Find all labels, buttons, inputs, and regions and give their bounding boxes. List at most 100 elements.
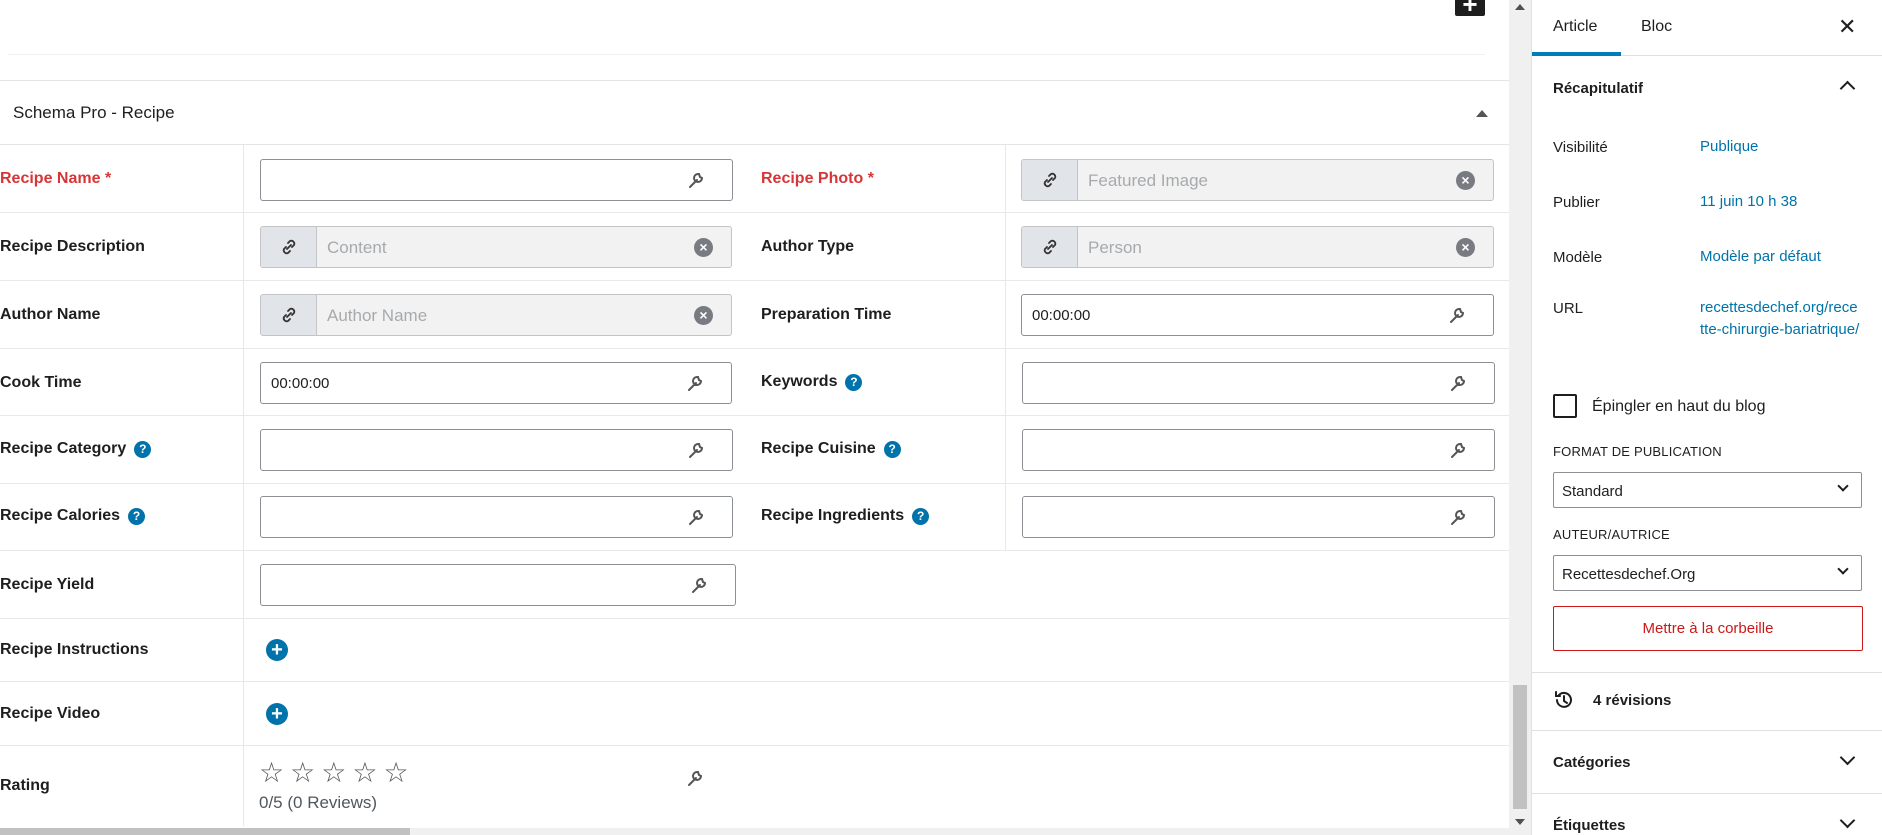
close-icon[interactable]: ✕ [1838, 14, 1856, 40]
publish-value[interactable]: 11 juin 10 h 38 [1700, 191, 1860, 213]
trash-button[interactable]: Mettre à la corbeille [1553, 606, 1863, 651]
recipe-ingredients-field[interactable] [1022, 496, 1495, 538]
author-name-placeholder: Author Name [327, 306, 428, 325]
wrench-icon[interactable] [689, 575, 709, 595]
preparation-time-label: Preparation Time [761, 306, 892, 323]
revisions-link[interactable]: 4 révisions [1593, 692, 1671, 709]
tab-article[interactable]: Article [1553, 18, 1597, 36]
recipe-photo-field[interactable]: Featured Image × [1021, 159, 1494, 201]
recipe-category-field[interactable] [260, 429, 733, 471]
url-label: URL [1553, 300, 1584, 317]
rating-stars[interactable]: ☆ ☆ ☆ ☆ ☆ [259, 759, 409, 787]
rating-summary: 0/5 (0 Reviews) [259, 793, 378, 812]
tags-title[interactable]: Étiquettes [1553, 817, 1626, 834]
clear-icon[interactable]: × [1456, 238, 1475, 257]
form-row [0, 619, 1509, 682]
recipe-video-label: Recipe Video [0, 705, 101, 722]
recipe-yield-label: Recipe Yield [0, 576, 95, 593]
recipe-description-label: Recipe Description [0, 238, 145, 255]
content-block[interactable] [8, 0, 1485, 55]
help-icon[interactable]: ? [128, 507, 146, 525]
wrench-icon[interactable] [686, 507, 706, 527]
help-icon[interactable]: ? [845, 373, 863, 391]
wrench-icon[interactable] [686, 440, 706, 460]
vertical-scrollbar[interactable] [1509, 0, 1531, 835]
categories-title[interactable]: Catégories [1553, 754, 1631, 771]
keywords-field[interactable] [1022, 362, 1495, 404]
divider [1532, 730, 1882, 731]
clear-icon[interactable]: × [1456, 171, 1475, 190]
pin-label[interactable]: Épingler en haut du blog [1592, 398, 1765, 416]
star-outline-icon[interactable]: ☆ [290, 759, 315, 787]
chevron-down-icon [1837, 480, 1849, 492]
chevron-up-icon[interactable] [1839, 80, 1856, 97]
recipe-description-placeholder: Content [327, 238, 387, 257]
link-icon[interactable] [1022, 160, 1078, 200]
publish-label: Publier [1553, 194, 1600, 211]
form-row [0, 682, 1509, 746]
author-label: AUTEUR/AUTRICE [1553, 527, 1670, 542]
star-outline-icon[interactable]: ☆ [259, 759, 284, 787]
link-icon[interactable] [1022, 227, 1078, 267]
add-block-button[interactable]: + [1455, 0, 1485, 17]
wrench-icon[interactable] [685, 373, 705, 393]
star-outline-icon[interactable]: ☆ [321, 759, 346, 787]
url-value[interactable]: recettesdechef.org/recette-chirurgie-bar… [1700, 297, 1860, 341]
format-select[interactable]: Standard [1553, 472, 1862, 508]
schema-panel-header[interactable]: Schema Pro - Recipe [0, 81, 1509, 145]
cook-time-field[interactable]: 00:00:00 [260, 362, 732, 404]
scroll-thumb[interactable] [1513, 685, 1527, 809]
author-name-field[interactable]: Author Name × [260, 294, 732, 336]
wrench-icon[interactable] [1447, 305, 1467, 325]
recipe-calories-label: Recipe Calories ? [0, 507, 146, 525]
scroll-up-icon[interactable] [1515, 4, 1525, 10]
chevron-down-icon[interactable] [1839, 812, 1856, 829]
active-tab-indicator [1532, 52, 1621, 56]
link-icon[interactable] [261, 295, 317, 335]
collapse-icon[interactable] [1476, 110, 1488, 117]
recipe-yield-field[interactable] [260, 564, 736, 606]
author-select[interactable]: Recettesdechef.Org [1553, 555, 1862, 591]
cook-time-label: Cook Time [0, 374, 82, 391]
cook-time-value: 00:00:00 [271, 375, 330, 392]
scroll-thumb[interactable] [0, 828, 410, 835]
form-row [0, 551, 1509, 619]
divider [1532, 793, 1882, 794]
star-outline-icon[interactable]: ☆ [383, 759, 408, 787]
recipe-photo-placeholder: Featured Image [1088, 171, 1209, 190]
link-icon[interactable] [261, 227, 317, 267]
template-value[interactable]: Modèle par défaut [1700, 246, 1860, 268]
recipe-photo-label: Recipe Photo * [761, 170, 874, 187]
summary-title[interactable]: Récapitulatif [1553, 80, 1643, 97]
column-divider [1005, 145, 1006, 551]
chevron-down-icon [1837, 563, 1849, 575]
wrench-icon[interactable] [1448, 373, 1468, 393]
horizontal-scrollbar[interactable] [0, 828, 1509, 835]
preparation-time-field[interactable]: 00:00:00 [1021, 294, 1494, 336]
tab-bloc[interactable]: Bloc [1641, 18, 1672, 36]
recipe-calories-field[interactable] [260, 496, 733, 538]
add-circle-icon[interactable]: + [266, 703, 288, 725]
star-outline-icon[interactable]: ☆ [352, 759, 377, 787]
add-circle-icon[interactable]: + [266, 639, 288, 661]
author-type-field[interactable]: Person × [1021, 226, 1494, 268]
help-icon[interactable]: ? [912, 507, 930, 525]
wrench-icon[interactable] [686, 170, 706, 190]
clear-icon[interactable]: × [694, 238, 713, 257]
pin-checkbox[interactable] [1553, 394, 1577, 418]
wrench-icon[interactable] [1448, 440, 1468, 460]
chevron-down-icon[interactable] [1839, 749, 1856, 766]
author-value: Recettesdechef.Org [1562, 566, 1696, 583]
help-icon[interactable]: ? [883, 440, 901, 458]
recipe-description-field[interactable]: Content × [260, 226, 732, 268]
help-icon[interactable]: ? [134, 440, 152, 458]
wrench-icon[interactable] [685, 768, 705, 788]
recipe-category-label: Recipe Category ? [0, 440, 152, 458]
recipe-name-field[interactable] [260, 159, 733, 201]
scroll-down-icon[interactable] [1515, 819, 1525, 825]
recipe-cuisine-field[interactable] [1022, 429, 1495, 471]
clear-icon[interactable]: × [694, 306, 713, 325]
visibility-value[interactable]: Publique [1700, 136, 1860, 158]
wrench-icon[interactable] [1448, 507, 1468, 527]
panel-title: Schema Pro - Recipe [13, 103, 175, 122]
